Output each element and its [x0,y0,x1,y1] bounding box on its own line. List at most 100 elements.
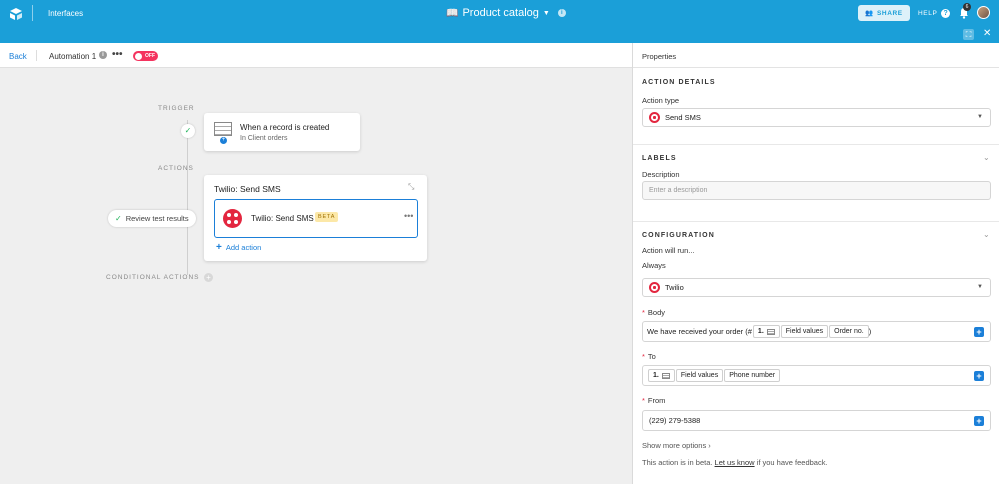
expand-icon[interactable]: ⛶ [963,29,974,40]
order-no-token[interactable]: Order no. [829,325,869,338]
topbar-divider [32,5,33,21]
add-action-label: Add action [225,243,262,252]
app-logo-icon[interactable] [9,8,23,20]
base-title-menu[interactable]: 📖 Product catalog ▼ i [446,7,566,19]
body-text: We have received your order (# [647,327,752,336]
plus-circle-icon: + [220,137,227,144]
show-more-options-link[interactable]: Show more options › [642,441,711,450]
review-label: Review test results [125,214,189,223]
phone-number-token[interactable]: Phone number [724,369,781,382]
twilio-icon [649,112,660,123]
collapse-icon[interactable]: ⤡ [408,182,414,192]
interfaces-link[interactable]: Interfaces [48,9,83,18]
base-title: Product catalog [462,7,539,19]
labels-heading: LABELS [642,155,677,162]
action-details-heading: ACTION DETAILS [642,79,716,86]
properties-panel: Properties ACTION DETAILS Action type Se… [632,43,999,484]
beta-note: This action is in beta. Let us know if y… [642,458,828,467]
add-conditional-icon[interactable]: + [204,273,213,282]
from-label: * From [642,396,666,405]
automation-canvas: Back Automation 1 i ••• OFF TRIGGER ✓ + … [0,43,632,484]
from-field[interactable]: (229) 279-5388 + [642,410,991,431]
insert-field-icon[interactable]: + [974,327,984,337]
back-link[interactable]: Back [9,52,27,61]
share-button[interactable]: 👥 SHARE [858,5,910,21]
integration-value: Twilio [665,283,684,292]
to-field[interactable]: 1. Field values Phone number + [642,365,991,386]
info-icon[interactable]: i [99,51,107,59]
action-card-title: Twilio: Send SMS [214,184,281,194]
avatar[interactable] [977,6,990,19]
step-more-icon[interactable]: ••• [404,211,413,221]
toggle-label: OFF [145,53,155,59]
from-value: (229) 279-5388 [649,416,701,425]
integration-select[interactable]: Twilio ▼ [642,278,991,297]
configuration-heading: CONFIGURATION [642,232,715,239]
actions-section-label: ACTIONS [158,165,194,172]
to-label: * To [642,352,656,361]
body-label: * Body [642,308,666,317]
twilio-logo-icon [223,209,242,228]
beta-badge: BETA [315,212,339,222]
review-test-results-button[interactable]: ✓ Review test results [108,210,196,227]
field-values-token[interactable]: Field values [675,369,724,382]
trigger-section-label: TRIGGER [158,105,195,112]
trigger-subtitle: In Client orders [240,135,288,142]
automation-name[interactable]: Automation 1 [49,52,96,61]
close-icon[interactable]: ✕ [983,28,991,39]
action-type-value: Send SMS [665,113,701,122]
trigger-title: When a record is created [240,123,330,132]
field-values-token[interactable]: Field values [780,325,829,338]
book-icon: 📖 [446,7,459,19]
record-token[interactable]: 1. [648,369,675,382]
check-icon: ✓ [115,214,122,223]
action-type-select[interactable]: Send SMS ▼ [642,108,991,127]
insert-field-icon[interactable]: + [974,371,984,381]
action-step[interactable]: Twilio: Send SMS BETA ••• [214,199,418,238]
run-condition-value: Always [642,261,666,270]
top-bar: Interfaces 📖 Product catalog ▼ i 👥 SHARE… [0,0,999,43]
chevron-right-icon: › [708,441,711,450]
dropdown-arrow-icon: ▼ [977,284,983,290]
table-icon [661,372,670,379]
question-icon: ? [941,9,951,18]
chevron-down-icon: ▼ [542,9,550,17]
action-will-run-label: Action will run... [642,246,695,255]
trigger-card[interactable]: + When a record is created In Client ord… [204,113,360,151]
conditional-actions-section-label: CONDITIONAL ACTIONS [106,274,200,281]
automation-toolbar: Back Automation 1 i ••• OFF [0,43,632,68]
section-divider [633,221,999,222]
automation-toggle[interactable]: OFF [133,51,158,61]
insert-field-icon[interactable]: + [974,416,984,426]
description-input[interactable]: Enter a description [642,181,991,200]
action-step-label: Twilio: Send SMS [251,214,314,223]
body-suffix: ) [868,327,872,336]
chevron-down-icon[interactable]: ⌄ [983,230,990,239]
description-label: Description [642,170,680,179]
toolbar-divider [36,50,37,61]
check-icon: ✓ [181,124,195,138]
help-label: HELP [918,10,938,17]
body-field[interactable]: We have received your order (# 1. Field … [642,321,991,342]
more-options-icon[interactable]: ••• [112,49,123,60]
record-token[interactable]: 1. [752,325,780,338]
chevron-down-icon[interactable]: ⌄ [983,153,990,162]
flow-line [187,120,188,275]
twilio-icon [649,282,660,293]
add-action-button[interactable]: + Add action [216,242,261,253]
table-icon [766,328,775,335]
info-icon[interactable]: i [557,9,566,17]
table-grid-icon [214,122,232,136]
panel-header: Properties [633,43,999,68]
notification-badge: 6 [963,3,971,11]
section-divider [633,144,999,145]
panel-title: Properties [642,52,677,61]
plus-icon: + [216,242,222,253]
toggle-knob [135,52,142,60]
help-button[interactable]: HELP ? [918,9,951,18]
action-group-card: Twilio: Send SMS ⤡ Twilio: Send SMS BETA… [204,175,427,261]
action-type-label: Action type [642,96,680,105]
feedback-link[interactable]: Let us know [715,458,755,467]
dropdown-arrow-icon: ▼ [977,114,983,120]
share-label: SHARE [876,9,903,17]
